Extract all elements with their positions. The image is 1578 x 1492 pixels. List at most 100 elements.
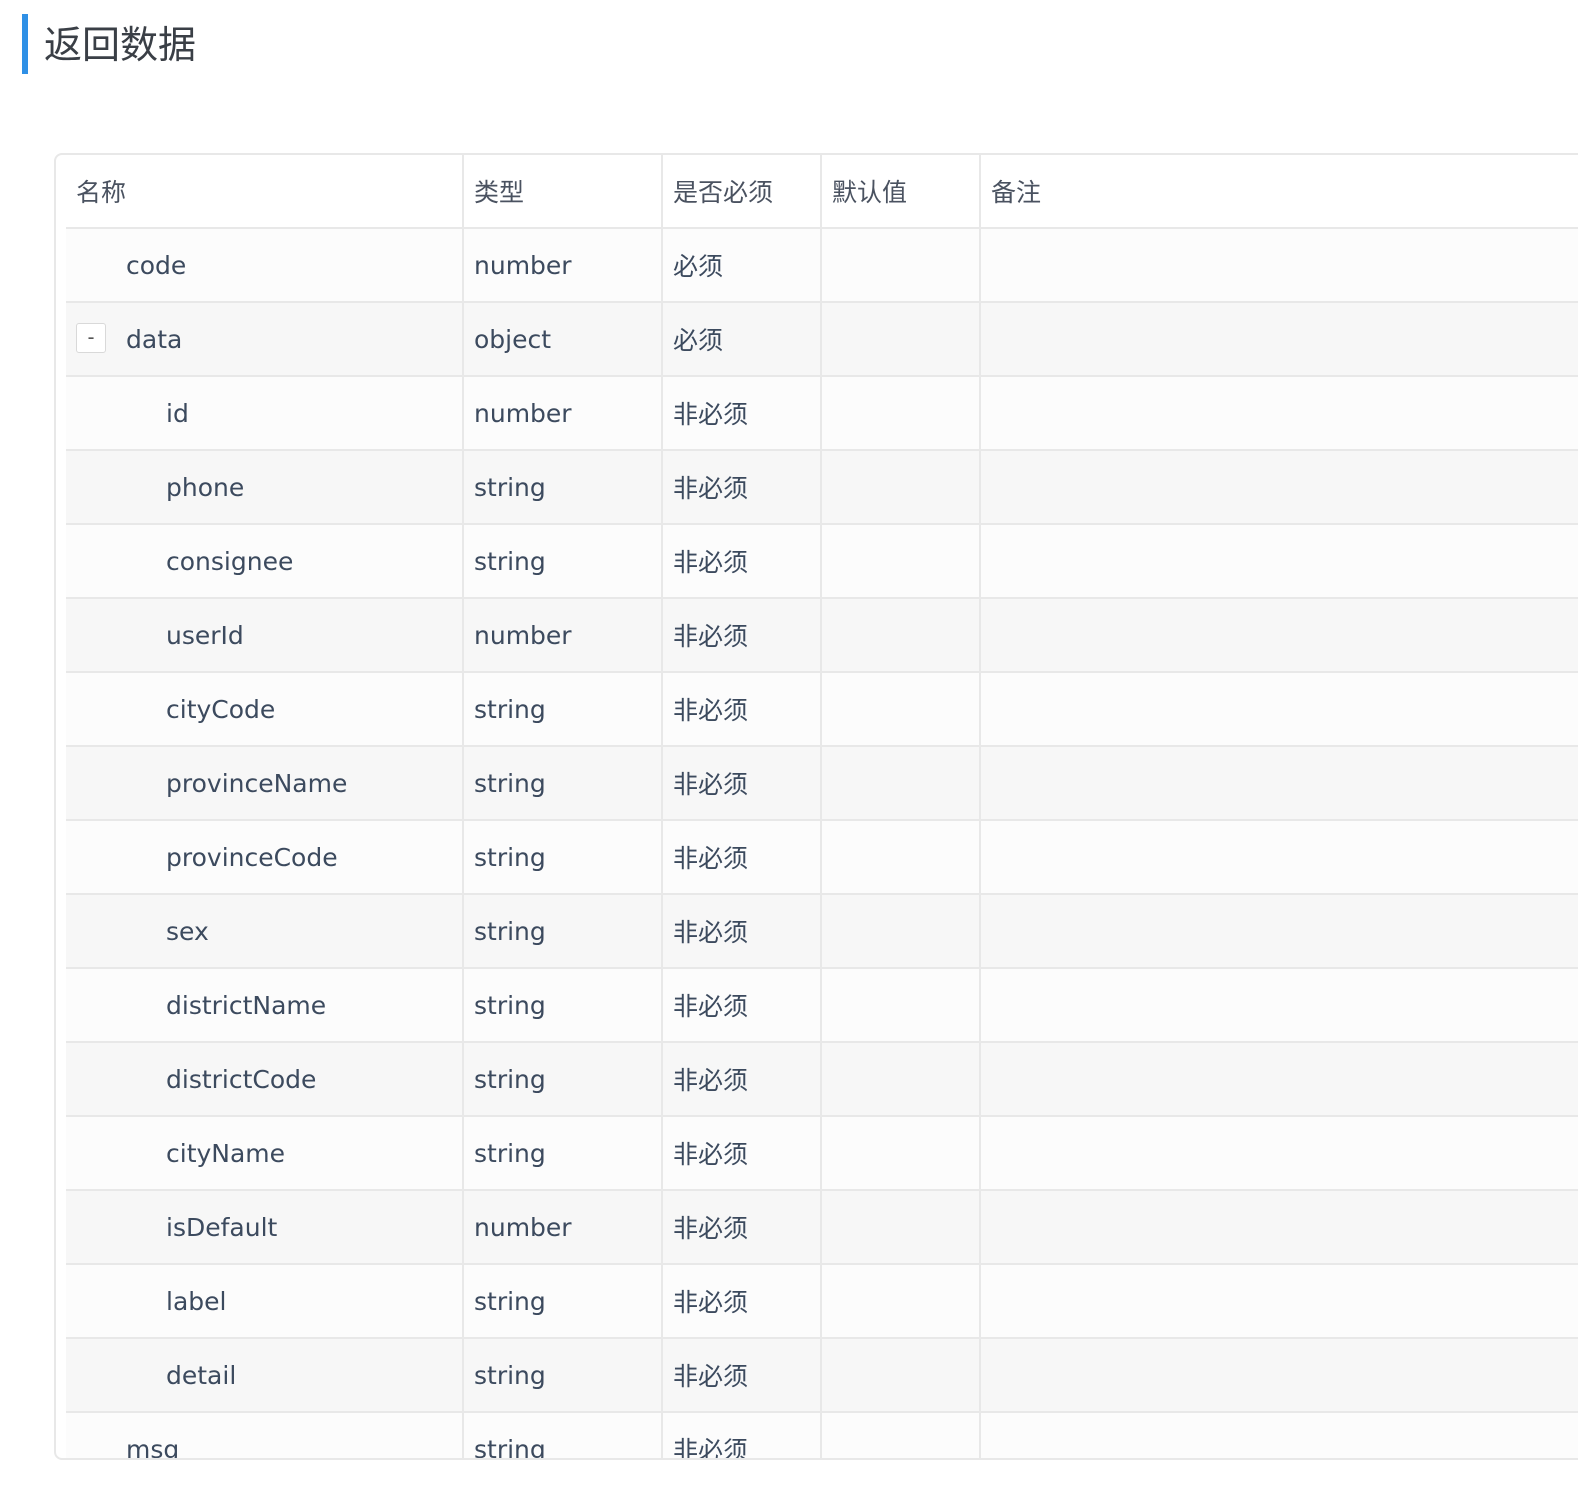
field-required: 非必须 (673, 622, 749, 651)
field-type: number (474, 398, 572, 428)
field-name: code (126, 250, 187, 280)
field-name: cityName (166, 1138, 286, 1168)
field-note (981, 1139, 991, 1168)
field-name-wrap: userId (66, 599, 462, 671)
cell-type: string (463, 1338, 663, 1413)
field-required: 非必须 (673, 992, 749, 1021)
cell-name: sex (66, 894, 464, 969)
table-header-row: 名称 类型 是否必须 默认值 备注 (66, 155, 1578, 229)
field-note (981, 621, 991, 650)
field-required: 非必须 (673, 1140, 749, 1169)
cell-name: districtCode (66, 1042, 464, 1117)
column-header-required-label: 是否必须 (673, 178, 774, 207)
field-required: 非必须 (673, 1288, 749, 1317)
field-note (981, 399, 991, 428)
cell-default (821, 1264, 981, 1339)
response-data-table: 名称 类型 是否必须 默认值 备注 code number 必须 - data objec… (54, 153, 1578, 1460)
field-default (822, 1361, 832, 1390)
column-header-note: 备注 (980, 155, 1578, 229)
field-name: provinceCode (166, 842, 338, 872)
field-note (981, 251, 991, 280)
cell-type: string (463, 524, 663, 599)
field-required: 非必须 (673, 1214, 749, 1243)
field-default (822, 547, 832, 576)
field-default (822, 843, 832, 872)
cell-type: string (463, 450, 663, 525)
cell-required: 非必须 (662, 1412, 822, 1458)
cell-required: 非必须 (662, 1042, 822, 1117)
column-header-name: 名称 (66, 155, 464, 229)
field-required: 非必须 (673, 548, 749, 577)
cell-default (821, 450, 981, 525)
field-name-wrap: label (66, 1265, 462, 1337)
field-name-wrap: sex (66, 895, 462, 967)
cell-name: - data (66, 302, 464, 377)
field-type: number (474, 620, 572, 650)
cell-default (821, 894, 981, 969)
field-default (822, 399, 832, 428)
table-row: msg string 非必须 (66, 1412, 1578, 1459)
cell-required: 必须 (662, 302, 822, 377)
cell-note (980, 1264, 1578, 1339)
field-type: string (474, 1360, 546, 1390)
cell-default (821, 820, 981, 895)
cell-note (980, 598, 1578, 673)
table-row: sex string 非必须 (66, 894, 1578, 969)
cell-note (980, 228, 1578, 303)
field-note (981, 1361, 991, 1390)
field-default (822, 251, 832, 280)
table-row: districtCode string 非必须 (66, 1042, 1578, 1117)
cell-name: isDefault (66, 1190, 464, 1265)
field-default (822, 1435, 832, 1459)
field-type: string (474, 472, 546, 502)
cell-type: string (463, 1042, 663, 1117)
field-name-wrap: detail (66, 1339, 462, 1411)
field-name-wrap: consignee (66, 525, 462, 597)
field-name: sex (166, 916, 209, 946)
field-required: 非必须 (673, 770, 749, 799)
column-header-default-label: 默认值 (832, 178, 908, 207)
field-name: districtCode (166, 1064, 317, 1094)
schema-table: 名称 类型 是否必须 默认值 备注 code number 必须 - data objec… (66, 155, 1578, 1459)
collapse-toggle-button[interactable]: - (76, 323, 106, 353)
field-default (822, 695, 832, 724)
cell-note (980, 1116, 1578, 1191)
field-default (822, 325, 832, 354)
cell-required: 必须 (662, 228, 822, 303)
table-header: 名称 类型 是否必须 默认值 备注 (66, 155, 1578, 229)
field-required: 非必须 (673, 844, 749, 873)
cell-default (821, 302, 981, 377)
cell-name: msg (66, 1412, 464, 1458)
field-type: string (474, 1138, 546, 1168)
cell-note (980, 376, 1578, 451)
cell-type: string (463, 1264, 663, 1339)
field-name: cityCode (166, 694, 276, 724)
field-required: 非必须 (673, 474, 749, 503)
field-default (822, 1287, 832, 1316)
cell-name: id (66, 376, 464, 451)
field-name: consignee (166, 546, 294, 576)
field-note (981, 1213, 991, 1242)
field-note (981, 917, 991, 946)
cell-note (980, 302, 1578, 377)
field-name: districtName (166, 990, 327, 1020)
cell-default (821, 1190, 981, 1265)
cell-required: 非必须 (662, 524, 822, 599)
table-row: isDefault number 非必须 (66, 1190, 1578, 1265)
cell-type: string (463, 1412, 663, 1458)
cell-required: 非必须 (662, 598, 822, 673)
field-name: label (166, 1286, 227, 1316)
field-default (822, 473, 832, 502)
field-name: id (166, 398, 189, 428)
field-type: string (474, 1064, 546, 1094)
table-row: phone string 非必须 (66, 450, 1578, 525)
cell-default (821, 1116, 981, 1191)
table-row: provinceCode string 非必须 (66, 820, 1578, 895)
cell-name: provinceName (66, 746, 464, 821)
field-name: phone (166, 472, 245, 502)
cell-note (980, 524, 1578, 599)
field-note (981, 695, 991, 724)
field-note (981, 325, 991, 354)
cell-required: 非必须 (662, 1190, 822, 1265)
cell-required: 非必须 (662, 1338, 822, 1413)
